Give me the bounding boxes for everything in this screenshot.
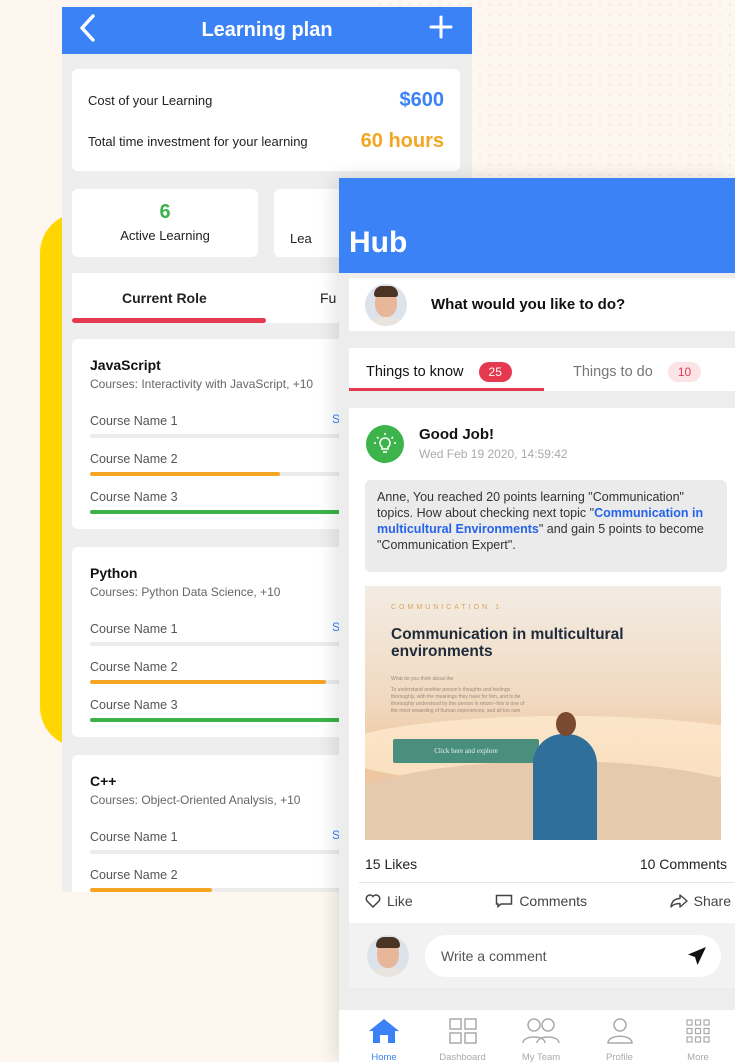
tab-current-role[interactable]: Current Role [122, 290, 207, 306]
post-title: Good Job! [419, 426, 494, 443]
heart-icon [365, 894, 381, 908]
ask-prompt-card[interactable]: What would you like to do? [349, 278, 735, 331]
post-actions: Like Comments Share [365, 893, 731, 909]
course-group-subtitle: Courses: Object-Oriented Analysis, +10 [90, 793, 301, 807]
nav-more[interactable]: More [669, 1010, 727, 1062]
hub-tabs: Things to know 25 Things to do 10 [349, 348, 735, 391]
comment-icon [496, 894, 513, 908]
like-label: Like [387, 893, 413, 909]
hub-screen: Hub What would you like to do? Things to… [339, 178, 735, 1062]
cost-value: $600 [399, 89, 445, 111]
avatar [365, 283, 407, 326]
course-group-subtitle: Courses: Python Data Science, +10 [90, 585, 281, 599]
count-badge: 25 [478, 362, 512, 382]
course-name: Course Name 3 [90, 490, 178, 504]
profile-icon [606, 1018, 633, 1044]
active-tab-indicator [72, 318, 266, 323]
comment-placeholder: Write a comment [441, 947, 547, 964]
nav-label: More [687, 1052, 709, 1062]
more-grid-icon [686, 1019, 710, 1043]
course-progress-fill [90, 472, 280, 476]
learning-stat-label: Lea [290, 231, 312, 246]
page-title: Learning plan [201, 19, 333, 41]
tab-future-role[interactable]: Fu [320, 290, 336, 306]
nav-profile[interactable]: Profile [591, 1010, 649, 1062]
promo-small-heading: What do you think about the [391, 676, 454, 682]
plus-icon[interactable] [428, 12, 454, 46]
lightbulb-icon [366, 425, 404, 463]
active-tab-indicator [349, 388, 544, 391]
post-message: Anne, You reached 20 points learning "Co… [365, 480, 727, 572]
course-name: Course Name 3 [90, 698, 178, 712]
nav-dashboard[interactable]: Dashboard [434, 1010, 492, 1062]
nav-my-team[interactable]: My Team [512, 1010, 570, 1062]
comment-bar: Write a comment [349, 923, 735, 988]
bottom-nav: Home Dashboard My Team Profile More [339, 1010, 735, 1062]
active-learning-card[interactable]: 6 Active Learning [72, 189, 258, 257]
home-icon [369, 1019, 399, 1043]
promo-body: What do you think about the To understan… [391, 676, 531, 715]
course-name: Course Name 1 [90, 414, 178, 428]
course-name: Course Name 1 [90, 622, 178, 636]
tab-label: Things to do [573, 364, 653, 380]
course-group-subtitle: Courses: Interactivity with JavaScript, … [90, 377, 314, 391]
time-label: Total time investment for your learning [88, 134, 308, 149]
learning-plan-header: Learning plan [62, 7, 472, 54]
comment-input[interactable]: Write a comment [425, 934, 721, 977]
promo-headline: Communication in multicultural environme… [391, 626, 624, 660]
active-learning-count: 6 [159, 201, 171, 223]
time-value: 60 hours [360, 130, 444, 152]
promo-ribbon: COMMUNICATION 1 [391, 604, 502, 611]
comments-count[interactable]: 10 Comments [640, 856, 727, 872]
tab-things-to-do[interactable]: Things to do 10 [573, 362, 702, 382]
course-name: Course Name 1 [90, 830, 178, 844]
course-progress-fill [90, 680, 326, 684]
comments-label: Comments [519, 893, 587, 909]
like-button[interactable]: Like [365, 893, 413, 909]
nav-label: Home [371, 1052, 397, 1062]
course-name: Course Name 2 [90, 452, 178, 466]
share-icon [669, 894, 688, 908]
course-group-name: C++ [90, 773, 117, 789]
post-card: Good Job! Wed Feb 19 2020, 14:59:42 Anne… [349, 408, 735, 988]
dashboard-icon [448, 1018, 477, 1044]
share-button[interactable]: Share [669, 893, 731, 909]
likes-count[interactable]: 15 Likes [365, 856, 417, 872]
chevron-left-icon[interactable] [78, 13, 96, 48]
post-counts: 15 Likes 10 Comments [365, 856, 727, 872]
course-group-name: Python [90, 565, 138, 581]
course-name: Course Name 2 [90, 660, 178, 674]
team-icon [522, 1018, 560, 1044]
nav-label: Dashboard [439, 1052, 486, 1062]
hub-title: Hub [349, 226, 408, 259]
cost-label: Cost of your Learning [88, 93, 213, 108]
nav-home[interactable]: Home [355, 1010, 413, 1062]
promo-image[interactable]: COMMUNICATION 1 Communication in multicu… [365, 586, 721, 840]
ask-prompt-text: What would you like to do? [431, 296, 626, 313]
avatar [367, 934, 409, 977]
count-badge: 10 [667, 362, 702, 382]
nav-label: My Team [521, 1052, 561, 1062]
divider [359, 882, 735, 883]
hub-header: Hub [339, 178, 735, 273]
nav-label: Profile [606, 1052, 633, 1062]
tab-label: Things to know [366, 364, 464, 380]
course-group-name: JavaScript [90, 357, 161, 373]
active-learning-label: Active Learning [120, 228, 210, 243]
tab-things-to-know[interactable]: Things to know 25 [366, 362, 512, 382]
send-icon[interactable] [687, 946, 707, 966]
comments-button[interactable]: Comments [495, 893, 587, 909]
share-label: Share [693, 893, 731, 909]
cost-summary-card: Cost of your Learning $600 Total time in… [72, 69, 460, 171]
course-name: Course Name 2 [90, 868, 178, 882]
post-date: Wed Feb 19 2020, 14:59:42 [419, 447, 568, 461]
course-progress-fill [90, 888, 212, 892]
explore-button[interactable]: Click here and explore [393, 739, 539, 763]
promo-small-text: To understand another person's thoughts … [391, 687, 525, 714]
